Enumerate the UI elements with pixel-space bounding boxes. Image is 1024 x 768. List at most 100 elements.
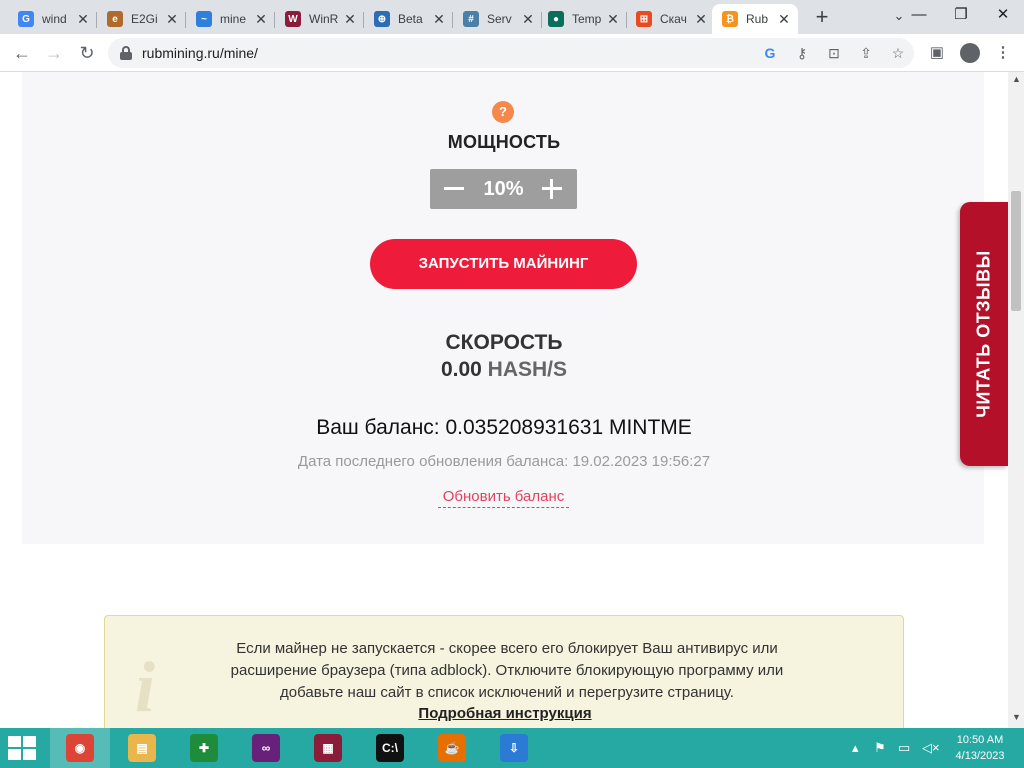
power-label: МОЩНОСТЬ [447, 132, 561, 152]
notice-text: Если майнер не запускается - скорее всег… [230, 640, 784, 701]
browser-tab[interactable]: ● Temp ✕ [538, 4, 627, 34]
browser-tab[interactable]: Gwind ✕ [8, 4, 97, 34]
read-reviews-tab[interactable]: ЧИТАТЬ ОТЗЫВЫ [960, 202, 1008, 466]
tab-close-icon[interactable]: ✕ [429, 11, 449, 28]
taskbar-app-app-installer[interactable]: ⇩ [484, 728, 544, 768]
increase-power-button[interactable] [529, 169, 577, 209]
tab-close-icon[interactable]: ✕ [603, 11, 623, 28]
page-scrollbar[interactable]: ▲ ▼ [1008, 72, 1024, 728]
taskbar-app-winrar[interactable]: ▦ [298, 728, 358, 768]
clock-time: 10:50 AM [956, 734, 1004, 746]
plus-icon-stroke [550, 179, 553, 199]
new-tab-button[interactable]: + [808, 6, 836, 30]
globe-icon: e [107, 11, 123, 27]
browser-tab[interactable]: # Serv ✕ [453, 4, 542, 34]
network-icon[interactable]: ▭ [898, 740, 910, 756]
side-panel-icon[interactable]: ▣ [926, 43, 948, 63]
tab-label: mine [220, 12, 247, 26]
visual-studio-icon: ∞ [252, 734, 280, 762]
grid-icon: # [463, 11, 479, 27]
teal-circle-icon: ● [548, 11, 564, 27]
tab-close-icon[interactable]: ✕ [73, 11, 93, 28]
volume-muted-icon[interactable]: ◁× [922, 740, 940, 756]
forward-icon[interactable]: → [40, 39, 68, 67]
tab-close-icon[interactable]: ✕ [774, 11, 794, 28]
profile-avatar-icon[interactable] [960, 43, 980, 63]
refresh-balance-link[interactable]: Обновить баланс [438, 488, 569, 508]
google-g-icon: G [18, 11, 34, 27]
share-icon[interactable]: ⇪ [856, 43, 876, 63]
notice-box: i Если майнер не запускается - скорее вс… [104, 615, 904, 728]
address-bar[interactable]: rubmining.ru/mine/ G ⚷ ⊡ ⇪ ☆ [108, 38, 914, 68]
tab-strip: + ⌄ — ❐ ✕ Gwind ✕ e E2Gi ✕ ~ mine ✕ W WinR ✕ ⊕ Beta ✕… [0, 0, 1024, 34]
action-center-flag-icon[interactable]: ⚑ [874, 740, 886, 756]
windows-taskbar: ▴ ⚑ ▭ ◁× 10:50 AM 4/13/2023 ◉ ▤ ✚ ∞ ▦ C:\ ☕ ⇩ [0, 728, 1024, 768]
google-lens-icon[interactable]: G [760, 43, 780, 63]
chrome-icon: ◉ [66, 734, 94, 762]
speed-unit: HASH/S [487, 358, 568, 381]
windows-start-icon[interactable] [8, 736, 38, 760]
balance-updated-text: Дата последнего обновления баланса: 19.0… [297, 453, 711, 470]
balance-text: Ваш баланс: 0.035208931631 MINTME [316, 416, 692, 439]
close-window-button[interactable]: ✕ [982, 0, 1024, 30]
swirl-icon: ~ [196, 11, 212, 27]
scroll-down-arrow-icon[interactable]: ▼ [1012, 712, 1021, 722]
winrar-icon: ▦ [314, 734, 342, 762]
taskbar-app-games[interactable]: ✚ [174, 728, 234, 768]
page-viewport: ? МОЩНОСТЬ 10% ЗАПУСТИТЬ МАЙНИНГ СКОРОСТ… [0, 72, 1008, 728]
start-mining-button[interactable]: ЗАПУСТИТЬ МАЙНИНГ [370, 239, 637, 289]
taskbar-app-command-prompt[interactable]: C:\ [360, 728, 420, 768]
tab-close-icon[interactable]: ✕ [162, 11, 182, 28]
reload-icon[interactable]: ↻ [73, 39, 101, 67]
translate-icon[interactable]: ⊡ [824, 43, 844, 63]
browser-tab[interactable]: ⊕ Beta ✕ [364, 4, 453, 34]
browser-tab[interactable]: ₿ Rub ✕ [712, 4, 798, 34]
globe-icon: ⊕ [374, 11, 390, 27]
browser-tab[interactable]: e E2Gi ✕ [97, 4, 186, 34]
speed-value: 0.00 [440, 358, 482, 381]
file-explorer-icon: ▤ [128, 734, 156, 762]
command-prompt-icon: C:\ [376, 734, 404, 762]
tab-close-icon[interactable]: ✕ [251, 11, 271, 28]
scroll-up-arrow-icon[interactable]: ▲ [1012, 74, 1021, 84]
app-installer-icon: ⇩ [500, 734, 528, 762]
tab-label: E2Gi [131, 12, 158, 26]
games-icon: ✚ [190, 734, 218, 762]
help-icon[interactable]: ? [492, 101, 514, 123]
bitcoin-icon: ₿ [722, 11, 738, 27]
minimize-button[interactable]: — [898, 0, 940, 30]
taskbar-app-chrome[interactable]: ◉ [50, 728, 110, 768]
power-stepper: 10% [430, 169, 577, 209]
browser-tab[interactable]: W WinR ✕ [275, 4, 364, 34]
tray-expand-icon[interactable]: ▴ [852, 740, 859, 756]
tab-label: wind [42, 12, 67, 26]
back-icon[interactable]: ← [8, 39, 36, 67]
taskbar-clock[interactable]: 10:50 AM 4/13/2023 [950, 732, 1010, 764]
menu-kebab-icon[interactable]: ⋮ [992, 43, 1014, 63]
taskbar-app-java[interactable]: ☕ [422, 728, 482, 768]
key-icon[interactable]: ⚷ [792, 43, 812, 63]
tab-label: Beta [398, 12, 423, 26]
bookmark-star-icon[interactable]: ☆ [888, 43, 908, 63]
tab-close-icon[interactable]: ✕ [340, 11, 360, 28]
tab-label: Temp [572, 12, 602, 26]
java-icon: ☕ [438, 734, 466, 762]
tab-label: Serv [487, 12, 512, 26]
scroll-thumb[interactable] [1011, 191, 1021, 311]
tab-label: WinR [309, 12, 339, 26]
browser-tab[interactable]: ~ mine ✕ [186, 4, 275, 34]
tab-label: Скач [660, 12, 687, 26]
tab-close-icon[interactable]: ✕ [691, 11, 711, 28]
speed-label: СКОРОСТЬ [445, 331, 563, 354]
restore-button[interactable]: ❐ [940, 0, 982, 30]
read-reviews-label: ЧИТАТЬ ОТЗЫВЫ [973, 250, 994, 418]
clock-date: 4/13/2023 [955, 750, 1005, 762]
instructions-link[interactable]: Подробная инструкция [105, 705, 905, 722]
taskbar-app-file-explorer[interactable]: ▤ [112, 728, 172, 768]
taskbar-app-visual-studio[interactable]: ∞ [236, 728, 296, 768]
tab-label: Rub [746, 12, 769, 26]
windows-logo-icon: ⊞ [636, 11, 652, 27]
browser-tab[interactable]: ⊞ Скач ✕ [626, 4, 715, 34]
lock-icon[interactable] [120, 46, 132, 60]
tab-close-icon[interactable]: ✕ [518, 11, 538, 28]
